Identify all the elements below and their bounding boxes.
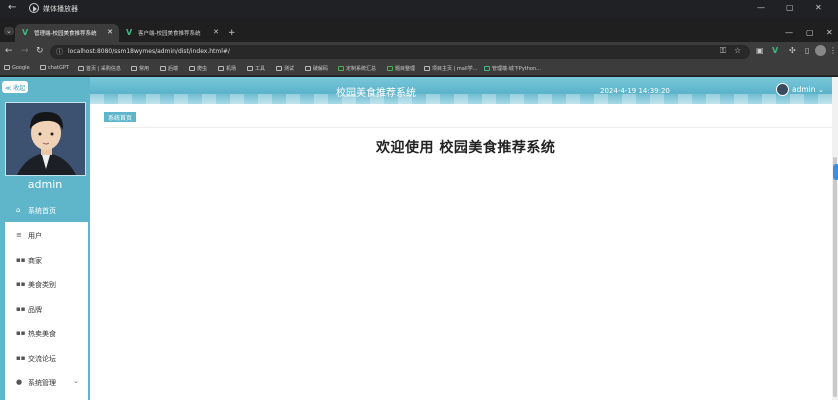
floating-widget-handle[interactable] (833, 164, 838, 180)
bookmarks-bar (0, 62, 838, 76)
bookmark-item[interactable]: chatGPT (40, 65, 69, 71)
bookmark-folder[interactable]: 爬虫 (189, 65, 207, 72)
sidebar-admin-name: admin (27, 178, 63, 191)
vue-logo-icon: V (126, 28, 133, 37)
grid-icon: ▪▪ (16, 256, 26, 264)
sidebar-icon[interactable]: ▯ (805, 46, 809, 55)
menu-item-system[interactable]: ● 系统管理 ⌄ (5, 370, 88, 394)
bookmark-folder[interactable]: 破解码 (305, 65, 328, 72)
media-player-icon (29, 3, 39, 13)
list-icon: ≡ (16, 231, 22, 239)
chevron-down-icon: ⌄ (73, 377, 79, 385)
restore-icon[interactable]: ▢ (786, 3, 794, 12)
url-text: localhost:8080/ssm18wymes/admin/dist/ind… (68, 48, 230, 55)
bookmark-folder[interactable]: 常用 (131, 65, 149, 72)
menu-item-forum[interactable]: ▪▪ 交流论坛 (5, 346, 88, 370)
folder-icon (305, 66, 311, 71)
window-close-icon[interactable]: ✕ (826, 28, 833, 37)
new-tab-icon[interactable]: + (228, 28, 236, 38)
bookmark-item[interactable]: 题目整理 (387, 65, 415, 72)
header-datetime: 2024-4-19 14:39:20 (600, 87, 670, 95)
menu-item-users[interactable]: ≡ 用户 (5, 223, 88, 247)
bookmark-folder[interactable]: 后端 (160, 65, 178, 72)
user-dropdown[interactable]: admin ⌄ (776, 83, 824, 96)
forward-icon[interactable]: → (21, 46, 29, 56)
tab-label: 客户端-校园美食推荐系统 (138, 31, 201, 37)
menu-kebab-icon[interactable]: ⋮ (829, 46, 837, 55)
page-scrollbar[interactable] (832, 77, 838, 400)
bookmark-item[interactable]: 管理端-城下Python... (484, 65, 541, 72)
grid-icon: ▪▪ (16, 305, 26, 313)
menu-item-home[interactable]: ⌂ 系统首页 (5, 198, 88, 222)
breadcrumb[interactable]: 系统首页 (104, 112, 137, 122)
vue-logo-icon (484, 66, 490, 71)
folder-icon (276, 66, 282, 71)
site-info-icon[interactable]: ⓘ (56, 47, 63, 57)
bookmark-folder[interactable]: 工具 (247, 65, 265, 72)
media-player-titlebar: ← 媒体播放器 — ▢ ✕ (0, 0, 838, 18)
grid-icon: ▪▪ (16, 354, 26, 362)
window-minimize-icon[interactable]: — (785, 28, 793, 37)
back-icon[interactable]: ← (5, 46, 13, 56)
extension-box-icon[interactable]: ▣ (756, 46, 764, 55)
welcome-heading: 欢迎使用 校园美食推荐系统 (376, 140, 556, 156)
password-key-icon[interactable]: ⚿ (720, 46, 726, 56)
menu-item-merchants[interactable]: ▪▪ 商家 (5, 248, 88, 272)
home-icon: ⌂ (16, 206, 21, 214)
folder-icon (189, 66, 195, 71)
close-icon[interactable]: ✕ (815, 3, 822, 12)
admin-avatar-image (5, 102, 86, 176)
bookmark-item[interactable]: 首页 | 采购信息 (78, 65, 121, 72)
grid-icon: ▪▪ (16, 280, 26, 288)
bookmark-item[interactable]: Google (4, 65, 30, 71)
tab-label: 管理端-校园美食推荐系统 (34, 31, 97, 37)
vue-devtools-icon[interactable]: V (772, 46, 778, 55)
tab-admin[interactable]: V 管理端-校园美食推荐系统 ✕ (15, 24, 119, 42)
person-icon: ● (16, 378, 23, 386)
media-player-title: 媒体播放器 (43, 5, 78, 13)
app-header (90, 77, 832, 104)
minimize-icon[interactable]: — (757, 3, 765, 12)
tab-close-icon[interactable]: ✕ (107, 28, 113, 36)
tab-search-icon[interactable]: ⌄ (4, 27, 14, 35)
divider (104, 127, 832, 128)
bookmark-folder[interactable]: 测试 (276, 65, 294, 72)
bookmark-item[interactable]: 定制系统汇总 (338, 65, 376, 72)
app-title: 校园美食推荐系统 (336, 88, 416, 99)
bookmark-icon (338, 66, 344, 71)
app-viewport (0, 77, 838, 400)
avatar (776, 83, 789, 96)
folder-icon (131, 66, 137, 71)
profile-avatar[interactable] (815, 45, 826, 56)
reload-icon[interactable]: ↻ (36, 46, 44, 56)
menu-item-food-category[interactable]: ▪▪ 美食类别 (5, 272, 88, 296)
chevron-down-icon: ⌄ (817, 85, 825, 94)
menu-item-hot-food[interactable]: ▪▪ 热卖美食 (5, 321, 88, 345)
bookmark-icon (78, 66, 84, 71)
bookmark-icon (40, 65, 46, 70)
bookmark-star-icon[interactable]: ☆ (734, 46, 741, 55)
bookmark-icon (387, 66, 393, 71)
grid-icon: ▪▪ (16, 329, 26, 337)
window-restore-icon[interactable]: ▢ (806, 28, 814, 37)
back-arrow-icon[interactable]: ← (8, 2, 16, 13)
folder-icon (218, 66, 224, 71)
folder-icon (160, 66, 166, 71)
tab-client[interactable]: V 客户端-校园美食推荐系统 ✕ (119, 24, 225, 42)
user-name: admin (792, 85, 816, 94)
bookmark-icon (4, 65, 10, 70)
collapse-button[interactable]: ≪ 收起 (2, 81, 28, 93)
address-bar[interactable]: ⓘ localhost:8080/ssm18wymes/admin/dist/i… (50, 45, 750, 59)
folder-icon (247, 66, 253, 71)
menu-item-brand[interactable]: ▪▪ 品牌 (5, 297, 88, 321)
tab-close-icon[interactable]: ✕ (213, 28, 219, 36)
bookmark-item[interactable]: 项目主页 | mall学... (424, 65, 477, 72)
bookmark-icon (424, 66, 430, 71)
extensions-puzzle-icon[interactable]: ✣ (789, 46, 796, 55)
bookmark-folder[interactable]: 机场 (218, 65, 236, 72)
vue-logo-icon: V (22, 28, 29, 37)
